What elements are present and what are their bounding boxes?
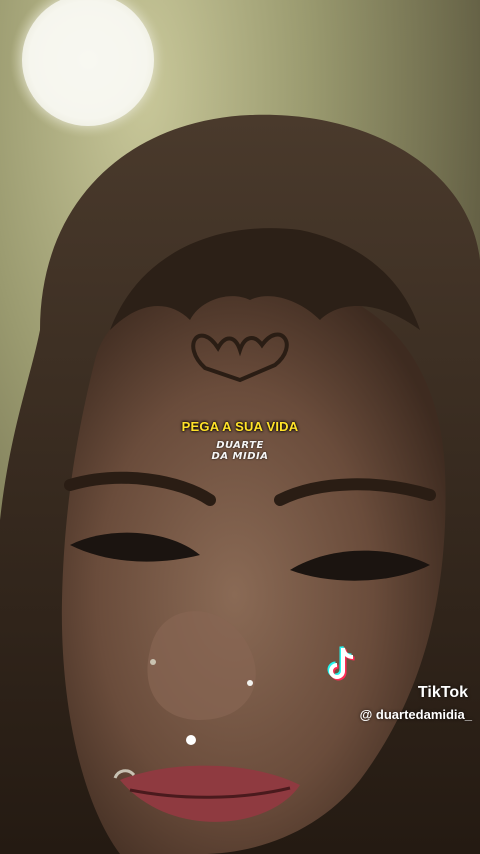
watermark-logo: DUARTE DA MIDIA (0, 440, 480, 462)
watermark-line2: DA MIDIA (211, 451, 269, 462)
creator-handle[interactable]: @ duartedamidia_ (360, 707, 472, 722)
caption-text: PEGA A SUA VIDA (181, 419, 299, 434)
tiktok-branding: TikTok @ duartedamidia_ (324, 645, 474, 729)
tiktok-wordmark: TikTok (417, 684, 468, 701)
watermark-line1: DUARTE (216, 440, 264, 451)
video-frame[interactable]: PEGA A SUA VIDA DUARTE DA MIDIA TikTok @… (0, 0, 480, 854)
tiktok-note-icon (327, 646, 355, 681)
